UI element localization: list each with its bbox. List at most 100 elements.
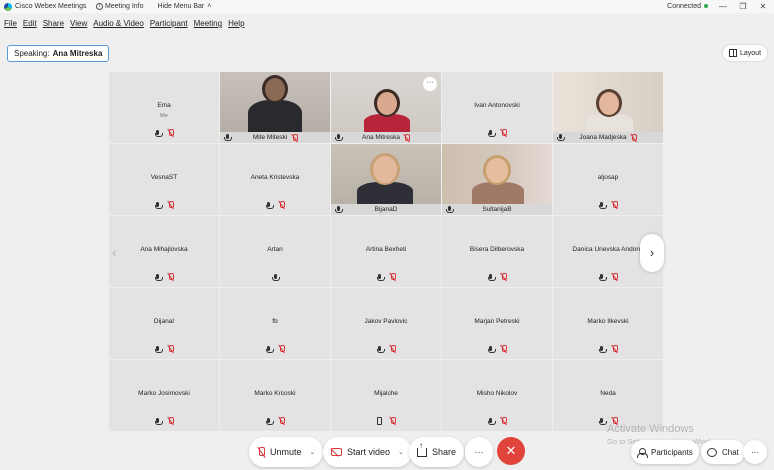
- meeting-info-button[interactable]: i Meeting Info: [96, 3, 144, 10]
- start-video-button[interactable]: Start video ⌄: [323, 437, 412, 467]
- minimize-icon[interactable]: —: [718, 2, 728, 11]
- participant-tile[interactable]: Artan: [220, 216, 330, 287]
- participant-name: BijanaD: [374, 206, 398, 213]
- participant-tile[interactable]: DijanaI: [109, 288, 219, 359]
- chevron-up-icon: ˄: [207, 3, 212, 10]
- participant-name: Artina Bexheti: [365, 246, 407, 253]
- layout-icon: [729, 49, 737, 57]
- participants-icon: [637, 447, 648, 458]
- menu-audio-video[interactable]: Audio & Video: [93, 19, 144, 33]
- chat-button[interactable]: Chat: [701, 440, 745, 464]
- previous-page-icon[interactable]: ‹: [112, 244, 117, 260]
- menu-help[interactable]: Help: [228, 19, 244, 33]
- menu-bar: File Edit Share View Audio & Video Parti…: [0, 19, 245, 33]
- menu-share[interactable]: Share: [43, 19, 64, 33]
- audio-icon: [154, 345, 163, 353]
- muted-mic-icon: [257, 446, 265, 458]
- audio-icon: [376, 273, 385, 281]
- participant-tile[interactable]: Mijalche: [331, 360, 441, 431]
- participant-tile[interactable]: Ana Mitreska ···: [331, 72, 441, 143]
- muted-mic-icon: [279, 345, 285, 353]
- next-page-button[interactable]: ›: [640, 234, 664, 272]
- muted-mic-icon: [168, 345, 174, 353]
- participant-tile[interactable]: fb: [220, 288, 330, 359]
- more-options-button[interactable]: ···: [465, 437, 493, 467]
- participant-tile[interactable]: aljosap: [553, 144, 663, 215]
- audio-icon: [265, 417, 274, 425]
- participant-status-icons: [109, 345, 219, 353]
- muted-mic-icon: [501, 417, 507, 425]
- menu-meeting[interactable]: Meeting: [194, 19, 222, 33]
- participant-status-icons: [220, 201, 330, 209]
- tile-more-options-button[interactable]: ···: [423, 77, 437, 91]
- app-name: Cisco Webex Meetings: [15, 3, 87, 10]
- participant-status-icons: [109, 273, 219, 281]
- participant-status-icons: [442, 273, 552, 281]
- participant-name-bar: Joana Madjeska: [553, 132, 663, 143]
- app-title: Cisco Webex Meetings: [0, 2, 92, 11]
- menu-view[interactable]: View: [70, 19, 87, 33]
- participant-tile[interactable]: Joana Madjeska: [553, 72, 663, 143]
- video-off-icon: [331, 448, 342, 456]
- chat-icon: [707, 447, 717, 457]
- menu-file[interactable]: File: [4, 19, 17, 33]
- participant-tile[interactable]: Marko Krcoski: [220, 360, 330, 431]
- connected-dot-icon: [704, 4, 708, 8]
- unmute-button[interactable]: Unmute ⌄: [249, 437, 324, 467]
- participant-tile[interactable]: Aneta Kristevska: [220, 144, 330, 215]
- participant-tile[interactable]: Marko Josimovski: [109, 360, 219, 431]
- participant-tile[interactable]: Artina Bexheti: [331, 216, 441, 287]
- chevron-down-icon[interactable]: ⌄: [310, 448, 316, 456]
- muted-mic-icon: [279, 201, 285, 209]
- mic-icon: [224, 134, 232, 141]
- participant-tile[interactable]: Bisera Dilberovska: [442, 216, 552, 287]
- participant-name: fb: [272, 318, 278, 325]
- participant-name: SultanijaB: [482, 206, 512, 213]
- video-feed: [442, 144, 552, 204]
- participant-tile[interactable]: Ema Me: [109, 72, 219, 143]
- participant-name-bar: SultanijaB: [442, 204, 552, 215]
- participant-tile[interactable]: Marko Ilkevski: [553, 288, 663, 359]
- participant-tile[interactable]: VesnaST: [109, 144, 219, 215]
- participant-tile[interactable]: Ivan Antonovski: [442, 72, 552, 143]
- title-bar: Cisco Webex Meetings i Meeting Info Hide…: [0, 0, 774, 13]
- participant-name: Joana Madjeska: [579, 134, 627, 141]
- participant-grid: Ema Me Mite Miteski Ana Mitreska ··· Ivan Ant…: [109, 72, 664, 434]
- participant-tile[interactable]: Jakov Pavlovic: [331, 288, 441, 359]
- participant-status-icons: [442, 345, 552, 353]
- participant-subtitle: Me: [160, 113, 168, 119]
- restore-icon[interactable]: ❐: [738, 2, 748, 11]
- audio-icon: [272, 274, 280, 281]
- muted-mic-icon: [279, 417, 285, 425]
- participant-tile[interactable]: Marjan Petreski: [442, 288, 552, 359]
- audio-icon: [154, 201, 163, 209]
- muted-mic-icon: [612, 345, 618, 353]
- menu-edit[interactable]: Edit: [23, 19, 37, 33]
- end-call-button[interactable]: ✕: [497, 437, 525, 465]
- more-panels-button[interactable]: ···: [743, 440, 767, 464]
- muted-mic-icon: [612, 201, 618, 209]
- muted-mic-icon: [390, 345, 396, 353]
- hide-menu-bar-button[interactable]: Hide Menu Bar ˄: [158, 3, 212, 10]
- chevron-down-icon[interactable]: ⌄: [398, 448, 404, 456]
- muted-mic-icon: [631, 133, 638, 142]
- share-button[interactable]: Share: [409, 437, 465, 467]
- audio-icon: [487, 345, 496, 353]
- participant-status-icons: [331, 417, 441, 425]
- participant-tile[interactable]: BijanaD: [331, 144, 441, 215]
- participant-tile[interactable]: Ana Mihajlovska: [109, 216, 219, 287]
- participant-tile[interactable]: Misho Nikolov: [442, 360, 552, 431]
- participant-tile[interactable]: SultanijaB: [442, 144, 552, 215]
- participants-button[interactable]: Participants: [631, 440, 699, 464]
- participant-name: Bisera Dilberovska: [469, 246, 525, 253]
- menu-participant[interactable]: Participant: [150, 19, 188, 33]
- participant-status-icons: [553, 345, 663, 353]
- share-icon: [417, 441, 427, 457]
- participant-tile[interactable]: Mite Miteski: [220, 72, 330, 143]
- participant-status-icons: [109, 129, 219, 137]
- close-icon[interactable]: ✕: [758, 2, 768, 11]
- participant-status-icons: [220, 274, 330, 281]
- participant-name: Mite Miteski: [252, 134, 288, 141]
- participant-tile[interactable]: Neda: [553, 360, 663, 431]
- layout-button[interactable]: Layout: [722, 44, 769, 62]
